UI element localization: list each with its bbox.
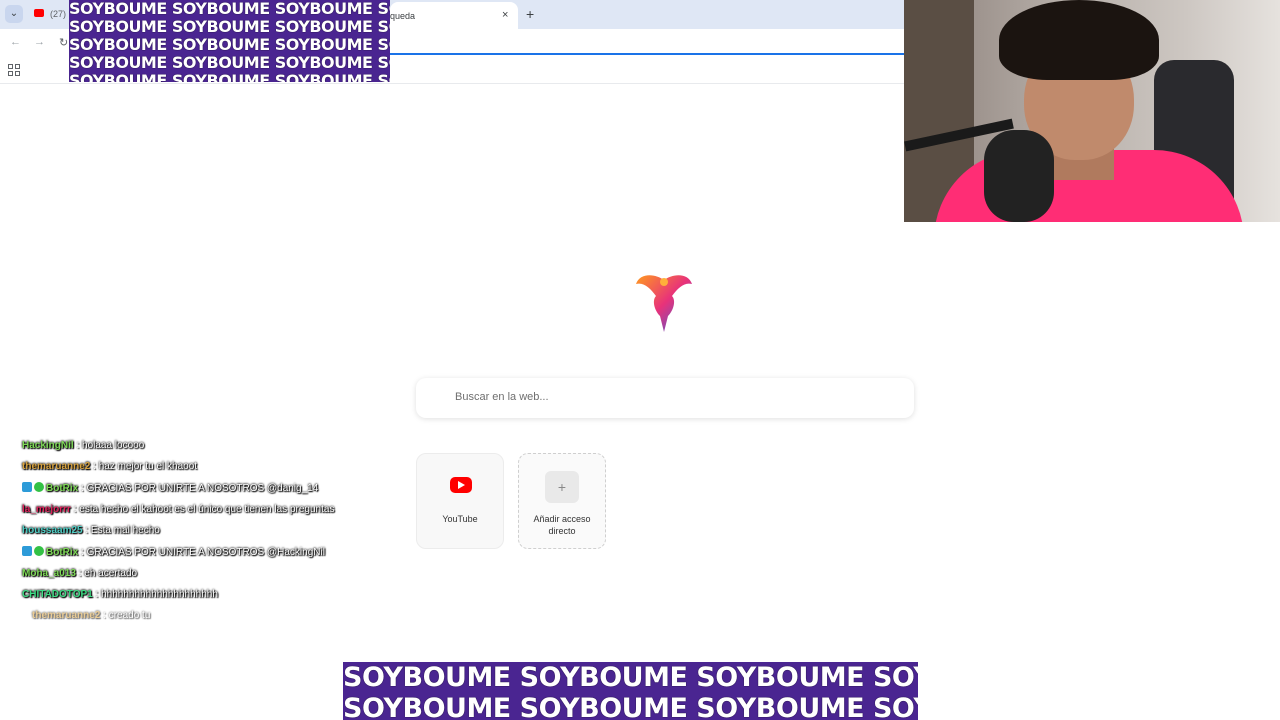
banner-text: SOYBOUME SOYBOUME SOYBOUME SOYBOUME — [69, 17, 390, 36]
tab-youtube-label[interactable]: (27) — [50, 9, 66, 19]
phoenix-logo — [636, 275, 692, 332]
chat-message: HackingNil : holaaa locooo — [22, 440, 352, 452]
add-shortcut-button[interactable]: + Añadir acceso directo — [518, 453, 606, 549]
chat-text: : GRACIAS POR UNIRTE A NOSOTROS @Hacking… — [78, 547, 325, 558]
new-tab-button[interactable]: + — [526, 6, 534, 22]
tab-new-tab[interactable]: queda × — [390, 2, 518, 29]
banner-text: SOYBOUME SOYBOUME SOYBOUME SOYBOUME — [69, 53, 390, 72]
shortcut-label: YouTube — [442, 514, 478, 524]
shortcut-youtube[interactable]: YouTube — [416, 453, 504, 549]
chat-message: themaruanne2 : haz mejor tu el khaoot — [22, 461, 352, 473]
chat-username: themaruanne2 — [32, 610, 101, 621]
stream-overlay-banner-top: SOYBOUME SOYBOUME SOYBOUME SOYBOUME SOYB… — [69, 0, 390, 82]
chat-text: : Esta mal hecho — [82, 525, 160, 536]
apps-grid-icon[interactable] — [8, 64, 20, 76]
stream-overlay-banner-bottom: SOYBOUME SOYBOUME SOYBOUME SOYBOUME SOYB… — [343, 662, 918, 720]
youtube-icon — [34, 9, 44, 17]
search-box[interactable]: Buscar en la web... — [416, 378, 914, 418]
shortcut-label: Añadir acceso directo — [533, 514, 591, 536]
chat-text: : eh acertado — [75, 568, 138, 579]
chat-text: : holaaa locooo — [73, 440, 145, 451]
chat-username: BotRix — [46, 483, 79, 494]
banner-text: SOYBOUME SOYBOUME SOYBOUME SOYBOUME — [69, 35, 390, 54]
close-icon[interactable]: × — [502, 9, 508, 21]
chat-message: la_mejorrr : esta hecho el kahoot es el … — [22, 504, 352, 516]
chat-username: themaruanne2 — [22, 461, 91, 472]
chat-text: : haz mejor tu el khaoot — [90, 461, 198, 472]
tab-label: queda — [390, 11, 416, 21]
banner-text: SOYBOUME SOYBOUME SOYBOUME SOYBOUME — [69, 0, 390, 18]
chat-text: : GRACIAS POR UNIRTE A NOSOTROS @danig_1… — [78, 483, 319, 494]
chat-text: : esta hecho el kahoot es el único que t… — [70, 504, 335, 515]
banner-text: SOYBOUME SOYBOUME SOYBOUME SOYBOUME — [69, 71, 390, 83]
banner-text: SOYBOUME SOYBOUME SOYBOUME SOYBOUME — [343, 662, 918, 693]
chat-message: Moha_a013 : eh acertado — [22, 568, 352, 580]
chat-username: CHITADOTOP1 — [22, 589, 93, 600]
banner-text: SOYBOUME SOYBOUME SOYBOUME SOYBOUME — [343, 693, 918, 720]
address-bar[interactable] — [390, 31, 904, 55]
chat-username: la_mejorrr — [22, 504, 71, 515]
chat-username: HackingNil — [22, 440, 74, 451]
chat-message: houssaam25 : Esta mal hecho — [22, 525, 352, 537]
chat-text: : hhhhhhhhhhhhhhhhhhhhh — [92, 589, 218, 600]
reload-icon[interactable]: ↻ — [59, 36, 68, 49]
chat-message: themaruanne2 : creado tu — [22, 610, 352, 622]
forward-icon[interactable]: → — [34, 36, 45, 48]
verified-badge-icon — [34, 482, 44, 492]
verified-badge-icon — [34, 546, 44, 556]
back-icon[interactable]: ← — [10, 36, 21, 48]
webcam-feed — [904, 0, 1280, 222]
chat-text: : creado tu — [100, 610, 151, 621]
moderator-badge-icon — [22, 546, 32, 556]
chat-username: Moha_a013 — [22, 568, 76, 579]
chat-username: houssaam25 — [22, 525, 83, 536]
chat-username: BotRix — [46, 547, 79, 558]
tab-search-button[interactable]: ⌄ — [5, 5, 23, 23]
youtube-icon — [450, 477, 472, 493]
chat-message: BotRix : GRACIAS POR UNIRTE A NOSOTROS @… — [22, 482, 352, 495]
chat-message: CHITADOTOP1 : hhhhhhhhhhhhhhhhhhhhh — [22, 589, 352, 601]
stream-chat-overlay: HackingNil : holaaa locooo themaruanne2 :… — [22, 440, 352, 631]
search-input[interactable]: Buscar en la web... — [455, 391, 549, 403]
chat-message: BotRix : GRACIAS POR UNIRTE A NOSOTROS @… — [22, 546, 352, 559]
moderator-badge-icon — [22, 482, 32, 492]
plus-icon: + — [545, 471, 579, 503]
